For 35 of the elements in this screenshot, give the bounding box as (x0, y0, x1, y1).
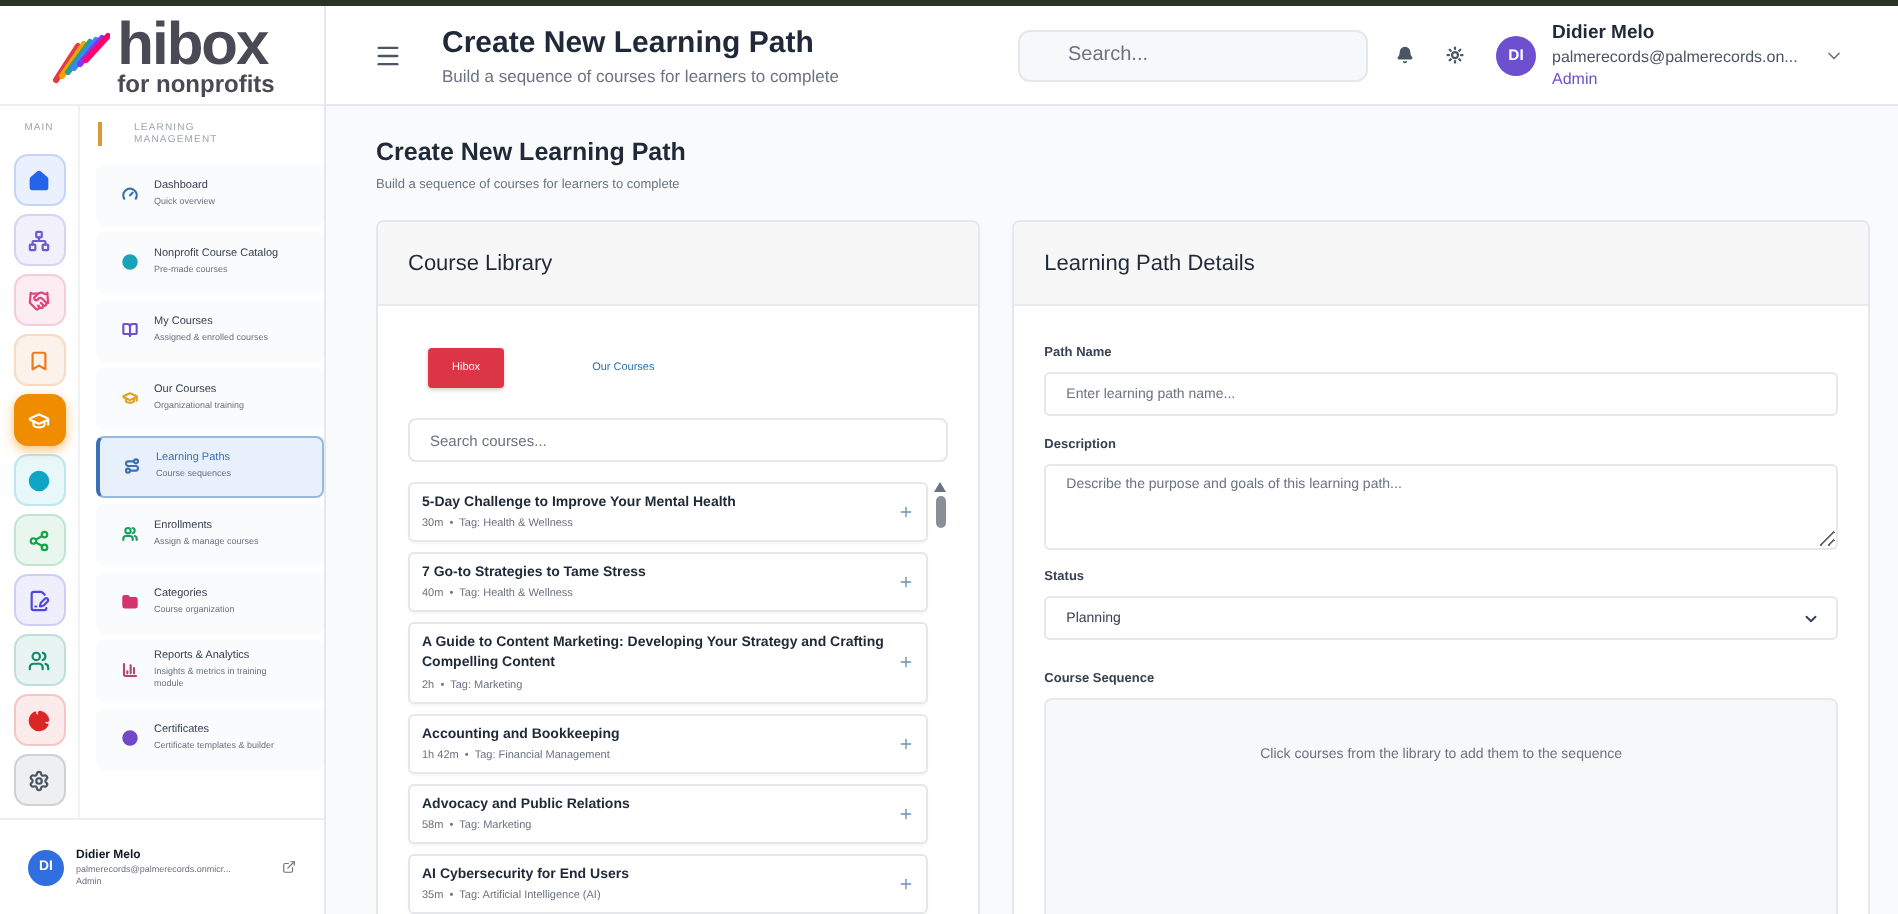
menu-button[interactable] (374, 41, 402, 69)
bookmark-icon (28, 349, 50, 371)
pie-icon (28, 709, 50, 731)
logo-wordmark: hibox (117, 15, 269, 75)
card-title: Learning Path Details (1044, 251, 1255, 275)
network-icon (28, 529, 50, 551)
user-name: Didier Melo (1552, 22, 1657, 44)
external-link-icon[interactable] (282, 860, 296, 874)
header-subtitle: Build a sequence of courses for learners to complete (442, 65, 841, 85)
dot-icon (28, 469, 50, 491)
settings-icon (28, 769, 50, 791)
home-icon (28, 169, 50, 191)
notifications-button[interactable] (1396, 46, 1414, 64)
users-icon (28, 649, 50, 671)
add-icon[interactable] (898, 504, 915, 521)
add-icon[interactable] (898, 735, 915, 752)
add-icon[interactable] (898, 875, 915, 892)
theme-toggle-button[interactable] (1446, 46, 1464, 64)
header-title: Create New Learning Path (442, 25, 816, 59)
add-icon[interactable] (898, 574, 915, 591)
logo-tagline: for nonprofits (117, 71, 275, 95)
search-field[interactable]: Search... (1018, 29, 1368, 81)
add-icon[interactable] (898, 805, 915, 822)
edit-icon (28, 589, 50, 611)
user-email: palmerecords@palmerecords.on... (1552, 48, 1800, 66)
logo-icon (49, 27, 110, 83)
scrollbar-thumb[interactable] (935, 496, 946, 528)
user-role: Admin (1552, 70, 1600, 88)
graduation-icon (28, 409, 50, 431)
sitemap-icon (28, 229, 50, 251)
handshake-icon (28, 289, 50, 311)
scroll-up-icon[interactable] (934, 482, 947, 492)
page-title: Create New Learning Path (376, 138, 688, 166)
card-title: Course Library (408, 251, 553, 275)
add-icon[interactable] (898, 654, 915, 671)
